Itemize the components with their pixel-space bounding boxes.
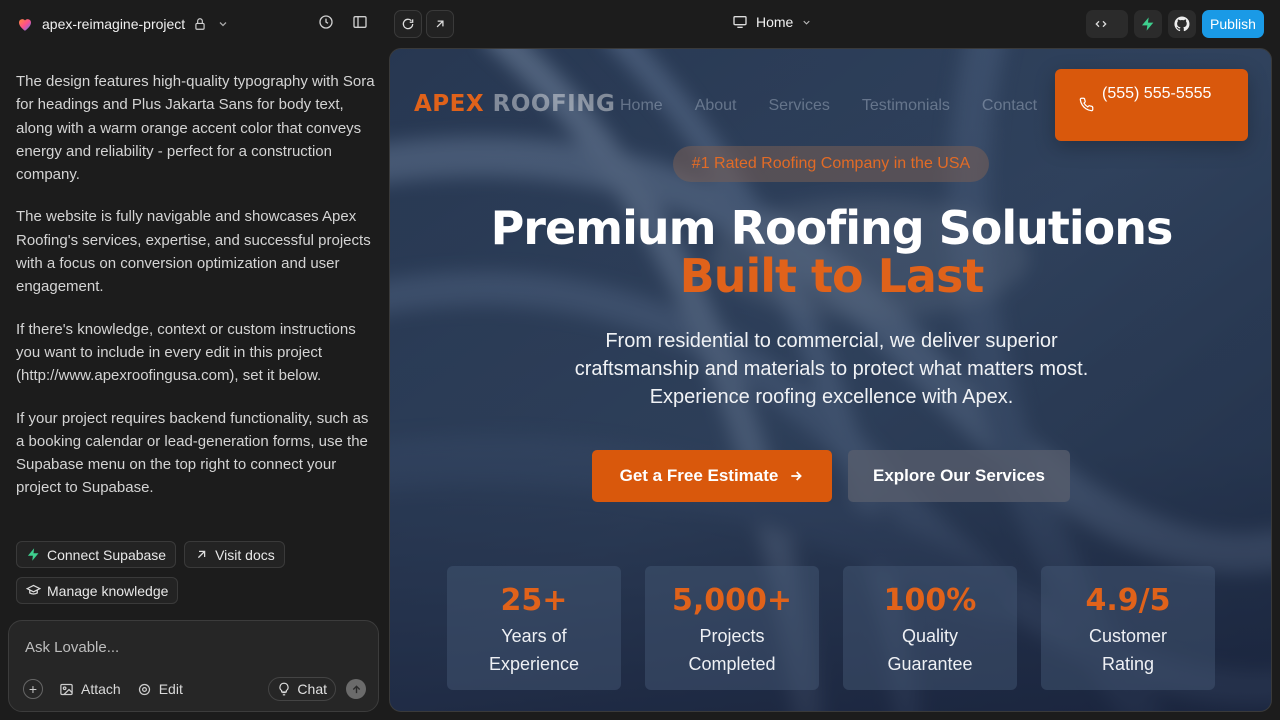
site-preview: APEX ROOFING Home About Services Testimo… [389, 48, 1272, 712]
stat-label: Quality Guarantee [887, 626, 973, 674]
phone-icon [1079, 97, 1094, 112]
monitor-icon [733, 15, 747, 28]
supabase-icon [27, 548, 39, 561]
stat-label: Projects Completed [688, 626, 776, 674]
stat-value: 100% [883, 583, 977, 618]
assistant-message: The design features high-quality typogra… [16, 70, 376, 519]
graduation-cap-icon [26, 584, 41, 595]
explore-services-button[interactable]: Explore Our Services [848, 450, 1070, 502]
stat-value: 5,000+ [671, 583, 793, 618]
supabase-icon [1142, 17, 1154, 31]
connect-supabase-label: Connect Supabase [47, 546, 167, 563]
stat-value: 25+ [500, 583, 568, 618]
hero-headline-accent: Built to Last [679, 249, 985, 303]
phone-button[interactable]: (555) 555-5555 [1055, 69, 1248, 141]
lightbulb-icon [279, 682, 290, 696]
logo-roofing: ROOFING [492, 91, 616, 117]
visit-docs-label: Visit docs [215, 546, 275, 563]
code-icon [1095, 20, 1107, 28]
chevron-down-icon [803, 20, 811, 25]
nav-link-testimonials[interactable]: Testimonials [862, 97, 950, 115]
open-new-tab-button[interactable] [426, 10, 454, 38]
route-label: Home [756, 14, 794, 30]
edit-label: Edit [158, 681, 183, 697]
stat-card: 25+ Years of Experience [447, 566, 621, 690]
refresh-icon [402, 18, 414, 30]
chat-input[interactable]: Ask Lovable... [25, 639, 119, 656]
hero-subheading: From residential to commercial, we deliv… [574, 330, 1089, 408]
preview-toolbar: Home Publish [388, 0, 1280, 48]
stat-label: Years of Experience [488, 626, 580, 674]
stat-value: 4.9/5 [1085, 583, 1171, 618]
history-icon[interactable] [318, 14, 334, 30]
github-button[interactable] [1168, 10, 1196, 38]
lock-icon [195, 18, 205, 30]
rating-badge: #1 Rated Roofing Company in the USA [673, 146, 989, 182]
nav-link-home[interactable]: Home [620, 97, 663, 115]
message-paragraph: If there's knowledge, context or custom … [16, 320, 356, 385]
logo-apex: APEX [414, 91, 485, 117]
stat-card: 4.9/5 Customer Rating [1041, 566, 1215, 690]
chat-mode-button[interactable]: Chat [268, 677, 336, 701]
free-estimate-label: Get a Free Estimate [619, 466, 779, 485]
action-chips: Connect Supabase Visit docs Manage knowl… [16, 541, 376, 604]
stat-label: Customer Rating [1088, 626, 1168, 674]
edit-button[interactable]: Edit [137, 681, 183, 697]
route-selector[interactable]: Home [732, 14, 812, 30]
attach-button[interactable]: Attach [59, 681, 121, 697]
add-button[interactable]: + [23, 679, 43, 699]
nav-link-about[interactable]: About [695, 97, 737, 115]
external-arrow-icon [436, 20, 444, 28]
free-estimate-button[interactable]: Get a Free Estimate [592, 450, 832, 502]
lovable-heart-icon[interactable] [16, 15, 34, 33]
chevron-down-icon[interactable] [217, 18, 229, 30]
attach-label: Attach [81, 681, 121, 697]
nav-link-services[interactable]: Services [769, 97, 830, 115]
send-button[interactable] [346, 679, 366, 699]
message-paragraph: If your project requires backend functio… [16, 409, 369, 497]
phone-number: (555) 555-5555 [1102, 85, 1212, 102]
target-icon [138, 683, 150, 695]
visit-docs-button[interactable]: Visit docs [184, 541, 285, 568]
chat-composer[interactable]: Ask Lovable... + Attach Edit Chat [8, 620, 379, 712]
supabase-button[interactable] [1134, 10, 1162, 38]
code-view-toggle[interactable] [1086, 10, 1128, 38]
project-name[interactable]: apex-reimagine-project [42, 16, 185, 32]
composer-toolbar: + Attach Edit Chat [23, 677, 366, 701]
message-paragraph: The design features high-quality typogra… [16, 73, 375, 184]
chat-panel: apex-reimagine-project The design featur… [0, 0, 388, 720]
refresh-button[interactable] [394, 10, 422, 38]
manage-knowledge-button[interactable]: Manage knowledge [16, 577, 179, 604]
stat-card: 5,000+ Projects Completed [645, 566, 819, 690]
message-paragraph: The website is fully navigable and showc… [16, 208, 371, 296]
manage-knowledge-label: Manage knowledge [47, 582, 169, 599]
image-icon [60, 683, 73, 695]
connect-supabase-button[interactable]: Connect Supabase [16, 541, 177, 568]
chat-mode-label: Chat [297, 681, 327, 697]
publish-button[interactable]: Publish [1202, 10, 1264, 38]
stat-card: 100% Quality Guarantee [843, 566, 1017, 690]
arrow-right-icon [791, 471, 803, 481]
site-nav: Home About Services Testimonials Contact [620, 97, 1037, 115]
panel-actions [318, 14, 368, 30]
hero-headline: Premium Roofing Solutions [490, 201, 1174, 255]
nav-link-contact[interactable]: Contact [982, 97, 1037, 115]
external-arrow-icon [198, 550, 206, 559]
github-icon [1174, 16, 1190, 32]
toggle-sidebar-icon[interactable] [352, 14, 368, 30]
project-header: apex-reimagine-project [0, 0, 388, 48]
arrow-up-icon [352, 684, 360, 693]
site-logo[interactable]: APEX ROOFING [414, 91, 615, 117]
app-window: apex-reimagine-project The design featur… [0, 0, 1280, 720]
